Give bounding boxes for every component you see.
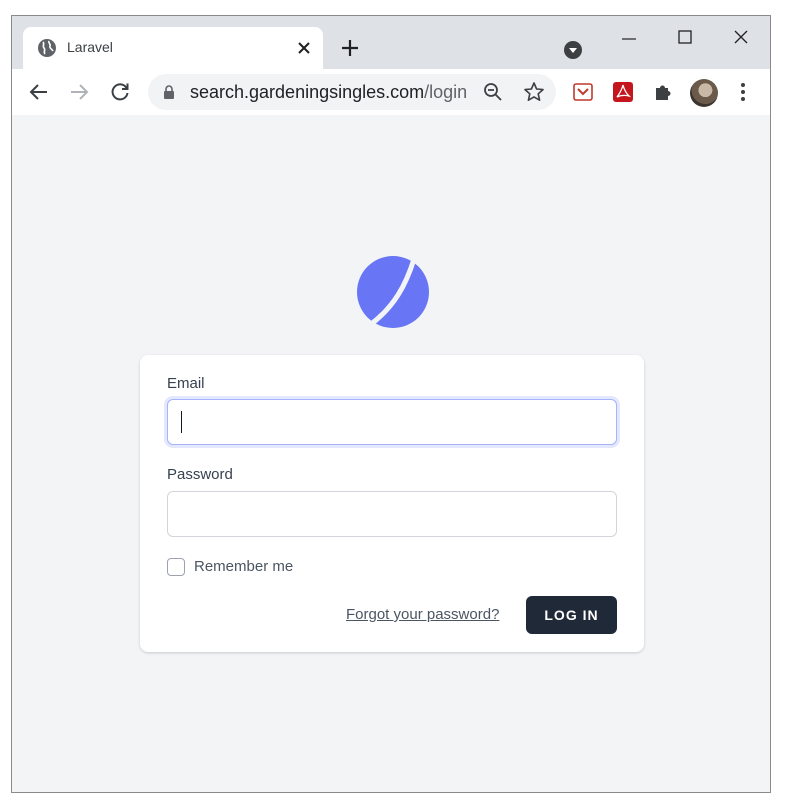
new-tab-icon[interactable]	[340, 38, 360, 58]
profile-avatar[interactable]	[690, 79, 718, 107]
login-card: Email Password Remember me Forgot your p…	[140, 355, 644, 652]
email-field[interactable]	[167, 399, 617, 445]
tab-title: Laravel	[67, 39, 113, 55]
browser-window: Laravel search.gardeningsingles.com/logi…	[11, 15, 771, 793]
more-menu-icon[interactable]	[732, 81, 754, 103]
maximize-icon[interactable]	[676, 28, 694, 46]
url-host: search.gardeningsingles.com	[190, 82, 425, 102]
password-label: Password	[167, 466, 233, 483]
extensions-puzzle-icon[interactable]	[652, 81, 674, 103]
login-button[interactable]: LOG IN	[526, 596, 617, 634]
pdf-extension-icon[interactable]	[612, 81, 634, 103]
address-bar[interactable]: search.gardeningsingles.com/login	[148, 74, 556, 110]
close-window-icon[interactable]	[732, 28, 750, 46]
reload-icon[interactable]	[109, 81, 131, 103]
forgot-password-link[interactable]: Forgot your password?	[346, 606, 499, 623]
forward-arrow-icon[interactable]	[68, 81, 90, 103]
lock-icon[interactable]	[162, 85, 176, 99]
jetstream-logo-icon	[357, 256, 429, 328]
url-path: /login	[424, 82, 468, 102]
tab-strip: Laravel	[12, 16, 770, 69]
browser-toolbar: search.gardeningsingles.com/login	[12, 69, 770, 116]
close-tab-icon[interactable]	[295, 39, 313, 57]
zoom-out-icon[interactable]	[483, 82, 503, 102]
page-content: Email Password Remember me Forgot your p…	[12, 115, 770, 792]
tab-search-icon[interactable]	[563, 40, 583, 60]
back-arrow-icon[interactable]	[28, 81, 50, 103]
remember-me-checkbox[interactable]	[167, 558, 185, 576]
bookmark-star-icon[interactable]	[523, 81, 545, 103]
globe-icon	[38, 39, 56, 57]
pocket-extension-icon[interactable]	[572, 81, 594, 103]
remember-me-label[interactable]: Remember me	[194, 558, 293, 575]
password-field[interactable]	[167, 491, 617, 537]
email-label: Email	[167, 375, 205, 392]
minimize-icon[interactable]	[620, 30, 638, 48]
browser-tab[interactable]: Laravel	[23, 27, 323, 69]
text-caret	[181, 411, 182, 433]
url-text: search.gardeningsingles.com/login	[190, 82, 467, 103]
